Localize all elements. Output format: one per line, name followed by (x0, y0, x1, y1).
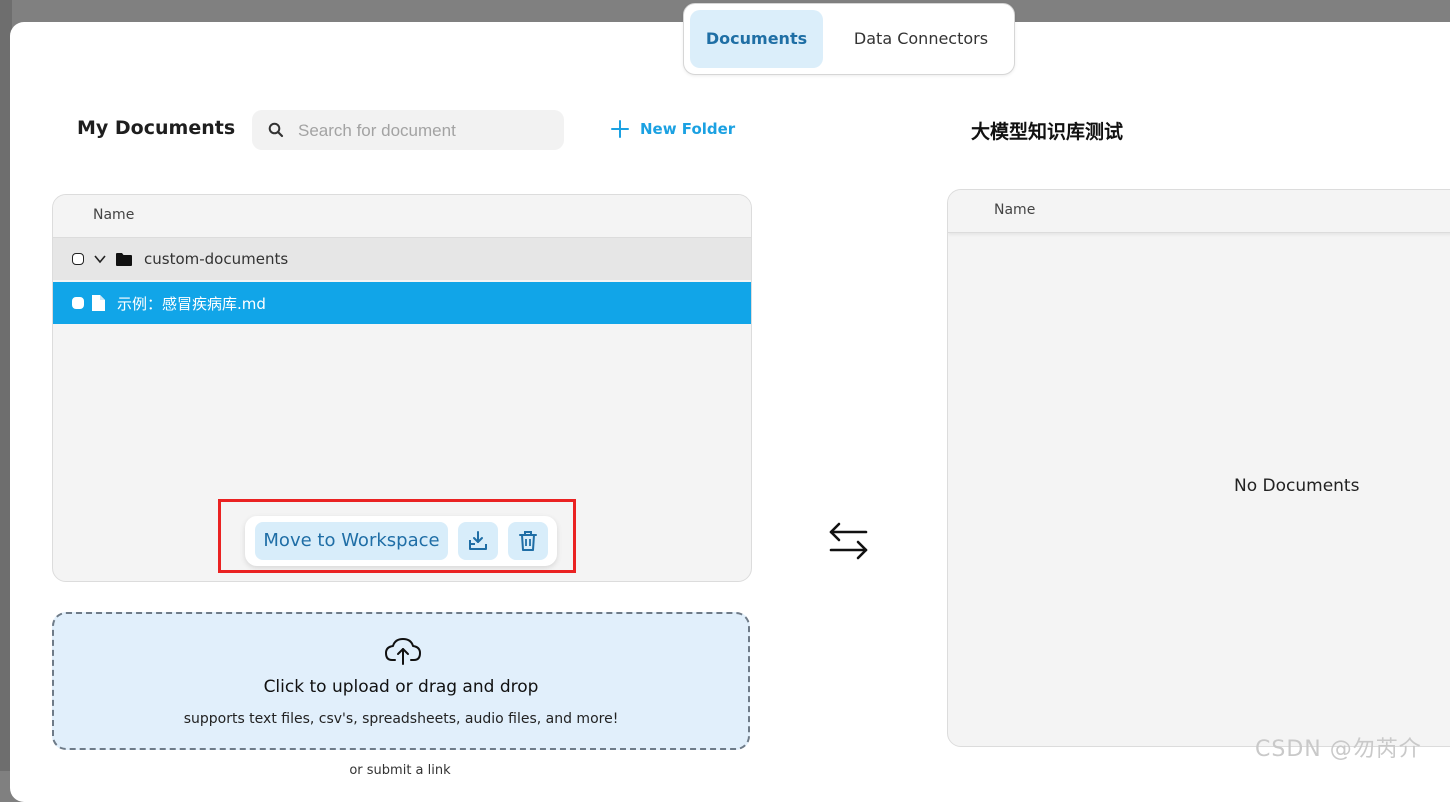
tab-bar: Documents Data Connectors (683, 3, 1015, 75)
column-name-header: Name (93, 207, 135, 223)
folder-checkbox[interactable] (72, 253, 84, 265)
workspace-column-name-header: Name (994, 202, 1036, 218)
file-checkbox[interactable] (72, 297, 84, 309)
file-row[interactable]: 示例：感冒疾病库.md (53, 282, 751, 324)
highlight-annotation-box (218, 499, 576, 573)
workspace-panel: Name (947, 189, 1450, 747)
folder-row[interactable]: custom-documents (53, 238, 751, 280)
new-folder-button[interactable]: New Folder (610, 116, 735, 142)
search-icon (268, 122, 284, 138)
no-documents-text: No Documents (1234, 476, 1360, 496)
file-icon (92, 295, 105, 311)
swap-arrows-icon[interactable] (828, 522, 870, 560)
new-folder-label: New Folder (640, 120, 736, 138)
tab-data-connectors[interactable]: Data Connectors (834, 10, 1008, 68)
workspace-title: 大模型知识库测试 (971, 121, 1124, 143)
file-table-header: Name (53, 195, 751, 238)
upload-dropzone[interactable]: Click to upload or drag and drop support… (52, 612, 750, 750)
my-documents-title: My Documents (77, 117, 236, 139)
search-box[interactable] (252, 110, 564, 152)
file-name: 示例：感冒疾病库.md (117, 294, 266, 313)
folder-icon (116, 253, 132, 266)
workspace-table-header: Name (948, 190, 1450, 233)
watermark: CSDN @勿芮介 (1255, 737, 1422, 762)
plus-icon (611, 120, 629, 138)
tab-documents[interactable]: Documents (690, 10, 823, 68)
upload-subtitle: supports text files, csv's, spreadsheets… (183, 711, 619, 727)
search-input[interactable] (296, 110, 560, 152)
cloud-upload-icon (385, 638, 421, 665)
folder-name: custom-documents (144, 250, 289, 268)
chevron-down-icon[interactable] (94, 254, 106, 264)
upload-title: Click to upload or drag and drop (263, 677, 539, 697)
